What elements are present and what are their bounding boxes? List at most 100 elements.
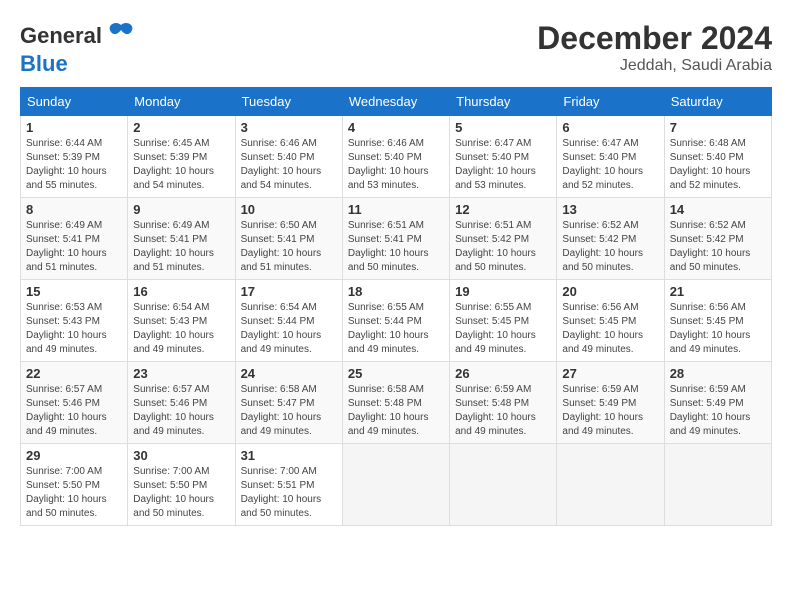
- day-number: 14: [670, 202, 766, 217]
- day-number: 2: [133, 120, 229, 135]
- day-number: 10: [241, 202, 337, 217]
- calendar-cell: [664, 444, 771, 526]
- calendar-week-1: 1 Sunrise: 6:44 AMSunset: 5:39 PMDaylight…: [21, 116, 772, 198]
- day-info: Sunrise: 6:49 AMSunset: 5:41 PMDaylight:…: [26, 219, 122, 275]
- calendar-table: SundayMondayTuesdayWednesdayThursdayFrid…: [20, 87, 772, 526]
- day-info: Sunrise: 6:53 AMSunset: 5:43 PMDaylight:…: [26, 301, 122, 357]
- day-number: 7: [670, 120, 766, 135]
- calendar-week-3: 15Sunrise: 6:53 AMSunset: 5:43 PMDayligh…: [21, 280, 772, 362]
- day-info: Sunrise: 6:55 AMSunset: 5:45 PMDaylight:…: [455, 301, 551, 357]
- calendar-cell: 3Sunrise: 6:46 AMSunset: 5:40 PMDaylight…: [235, 116, 342, 198]
- day-number: 3: [241, 120, 337, 135]
- day-info: Sunrise: 6:47 AMSunset: 5:40 PMDaylight:…: [455, 137, 551, 193]
- calendar-cell: [450, 444, 557, 526]
- day-number: 19: [455, 284, 551, 299]
- day-number: 26: [455, 366, 551, 381]
- day-number: 1: [26, 120, 122, 135]
- calendar-cell: 18 Sunrise: 6:55 AMSunset: 5:44 PMDayligh…: [342, 280, 449, 362]
- title-area: December 2024 Jeddah, Saudi Arabia: [537, 20, 772, 75]
- calendar-cell: 6Sunrise: 6:47 AMSunset: 5:40 PMDaylight…: [557, 116, 664, 198]
- weekday-header-tuesday: Tuesday: [235, 88, 342, 116]
- day-number: 4: [348, 120, 444, 135]
- day-info: Sunrise: 7:00 AMSunset: 5:51 PMDaylight:…: [241, 465, 337, 521]
- day-info: Sunrise: 6:45 AMSunset: 5:39 PMDaylight:…: [133, 137, 229, 193]
- calendar-cell: [342, 444, 449, 526]
- day-number: 5: [455, 120, 551, 135]
- logo: General Blue: [20, 20, 136, 77]
- day-number: 16: [133, 284, 229, 299]
- day-info: Sunrise: 6:47 AMSunset: 5:40 PMDaylight:…: [562, 137, 658, 193]
- calendar-cell: 19 Sunrise: 6:55 AMSunset: 5:45 PMDayligh…: [450, 280, 557, 362]
- calendar-cell: 4 Sunrise: 6:46 AMSunset: 5:40 PMDaylight…: [342, 116, 449, 198]
- day-number: 8: [26, 202, 122, 217]
- day-info: Sunrise: 6:49 AMSunset: 5:41 PMDaylight:…: [133, 219, 229, 275]
- logo-bird-icon: [106, 20, 136, 51]
- day-number: 25: [348, 366, 444, 381]
- calendar-cell: 27 Sunrise: 6:59 AMSunset: 5:49 PMDayligh…: [557, 362, 664, 444]
- calendar-cell: 29Sunrise: 7:00 AMSunset: 5:50 PMDayligh…: [21, 444, 128, 526]
- calendar-cell: 31 Sunrise: 7:00 AMSunset: 5:51 PMDayligh…: [235, 444, 342, 526]
- weekday-header-sunday: Sunday: [21, 88, 128, 116]
- day-info: Sunrise: 6:59 AMSunset: 5:49 PMDaylight:…: [562, 383, 658, 439]
- calendar-cell: 14 Sunrise: 6:52 AMSunset: 5:42 PMDayligh…: [664, 198, 771, 280]
- calendar-cell: 9 Sunrise: 6:49 AMSunset: 5:41 PMDaylight…: [128, 198, 235, 280]
- calendar-cell: 28Sunrise: 6:59 AMSunset: 5:49 PMDayligh…: [664, 362, 771, 444]
- calendar-cell: [557, 444, 664, 526]
- day-info: Sunrise: 6:46 AMSunset: 5:40 PMDaylight:…: [348, 137, 444, 193]
- calendar-cell: 24Sunrise: 6:58 AMSunset: 5:47 PMDayligh…: [235, 362, 342, 444]
- calendar-cell: 2 Sunrise: 6:45 AMSunset: 5:39 PMDaylight…: [128, 116, 235, 198]
- day-info: Sunrise: 6:48 AMSunset: 5:40 PMDaylight:…: [670, 137, 766, 193]
- page-header: General Blue December 2024 Jeddah, Saudi…: [20, 20, 772, 77]
- day-info: Sunrise: 7:00 AMSunset: 5:50 PMDaylight:…: [26, 465, 122, 521]
- day-info: Sunrise: 6:44 AMSunset: 5:39 PMDaylight:…: [26, 137, 122, 193]
- day-info: Sunrise: 7:00 AMSunset: 5:50 PMDaylight:…: [133, 465, 229, 521]
- calendar-cell: 23Sunrise: 6:57 AMSunset: 5:46 PMDayligh…: [128, 362, 235, 444]
- calendar-cell: 7 Sunrise: 6:48 AMSunset: 5:40 PMDaylight…: [664, 116, 771, 198]
- day-number: 11: [348, 202, 444, 217]
- day-number: 20: [562, 284, 658, 299]
- calendar-week-2: 8 Sunrise: 6:49 AMSunset: 5:41 PMDaylight…: [21, 198, 772, 280]
- day-info: Sunrise: 6:55 AMSunset: 5:44 PMDaylight:…: [348, 301, 444, 357]
- calendar-cell: 16 Sunrise: 6:54 AMSunset: 5:43 PMDayligh…: [128, 280, 235, 362]
- logo-blue: Blue: [20, 51, 68, 76]
- day-number: 18: [348, 284, 444, 299]
- day-number: 24: [241, 366, 337, 381]
- day-info: Sunrise: 6:56 AMSunset: 5:45 PMDaylight:…: [670, 301, 766, 357]
- weekday-header-friday: Friday: [557, 88, 664, 116]
- weekday-header-saturday: Saturday: [664, 88, 771, 116]
- day-info: Sunrise: 6:50 AMSunset: 5:41 PMDaylight:…: [241, 219, 337, 275]
- day-info: Sunrise: 6:59 AMSunset: 5:48 PMDaylight:…: [455, 383, 551, 439]
- calendar-week-4: 22 Sunrise: 6:57 AMSunset: 5:46 PMDayligh…: [21, 362, 772, 444]
- day-info: Sunrise: 6:51 AMSunset: 5:42 PMDaylight:…: [455, 219, 551, 275]
- day-number: 13: [562, 202, 658, 217]
- day-info: Sunrise: 6:57 AMSunset: 5:46 PMDaylight:…: [26, 383, 122, 439]
- day-info: Sunrise: 6:51 AMSunset: 5:41 PMDaylight:…: [348, 219, 444, 275]
- calendar-cell: 5 Sunrise: 6:47 AMSunset: 5:40 PMDaylight…: [450, 116, 557, 198]
- location-subtitle: Jeddah, Saudi Arabia: [537, 57, 772, 75]
- day-number: 22: [26, 366, 122, 381]
- day-number: 17: [241, 284, 337, 299]
- calendar-cell: 30 Sunrise: 7:00 AMSunset: 5:50 PMDayligh…: [128, 444, 235, 526]
- calendar-cell: 25Sunrise: 6:58 AMSunset: 5:48 PMDayligh…: [342, 362, 449, 444]
- calendar-cell: 13 Sunrise: 6:52 AMSunset: 5:42 PMDayligh…: [557, 198, 664, 280]
- day-info: Sunrise: 6:54 AMSunset: 5:43 PMDaylight:…: [133, 301, 229, 357]
- day-number: 21: [670, 284, 766, 299]
- calendar-cell: 10 Sunrise: 6:50 AMSunset: 5:41 PMDayligh…: [235, 198, 342, 280]
- weekday-header-row: SundayMondayTuesdayWednesdayThursdayFrid…: [21, 88, 772, 116]
- day-info: Sunrise: 6:59 AMSunset: 5:49 PMDaylight:…: [670, 383, 766, 439]
- calendar-cell: 22 Sunrise: 6:57 AMSunset: 5:46 PMDayligh…: [21, 362, 128, 444]
- calendar-cell: 8 Sunrise: 6:49 AMSunset: 5:41 PMDaylight…: [21, 198, 128, 280]
- calendar-cell: 15Sunrise: 6:53 AMSunset: 5:43 PMDayligh…: [21, 280, 128, 362]
- day-number: 31: [241, 448, 337, 463]
- calendar-header: SundayMondayTuesdayWednesdayThursdayFrid…: [21, 88, 772, 116]
- day-info: Sunrise: 6:52 AMSunset: 5:42 PMDaylight:…: [670, 219, 766, 275]
- logo-general: General: [20, 23, 102, 49]
- calendar-cell: 26 Sunrise: 6:59 AMSunset: 5:48 PMDayligh…: [450, 362, 557, 444]
- day-number: 9: [133, 202, 229, 217]
- calendar-body: 1 Sunrise: 6:44 AMSunset: 5:39 PMDaylight…: [21, 116, 772, 526]
- day-number: 30: [133, 448, 229, 463]
- day-info: Sunrise: 6:54 AMSunset: 5:44 PMDaylight:…: [241, 301, 337, 357]
- day-number: 27: [562, 366, 658, 381]
- day-info: Sunrise: 6:52 AMSunset: 5:42 PMDaylight:…: [562, 219, 658, 275]
- calendar-cell: 11 Sunrise: 6:51 AMSunset: 5:41 PMDayligh…: [342, 198, 449, 280]
